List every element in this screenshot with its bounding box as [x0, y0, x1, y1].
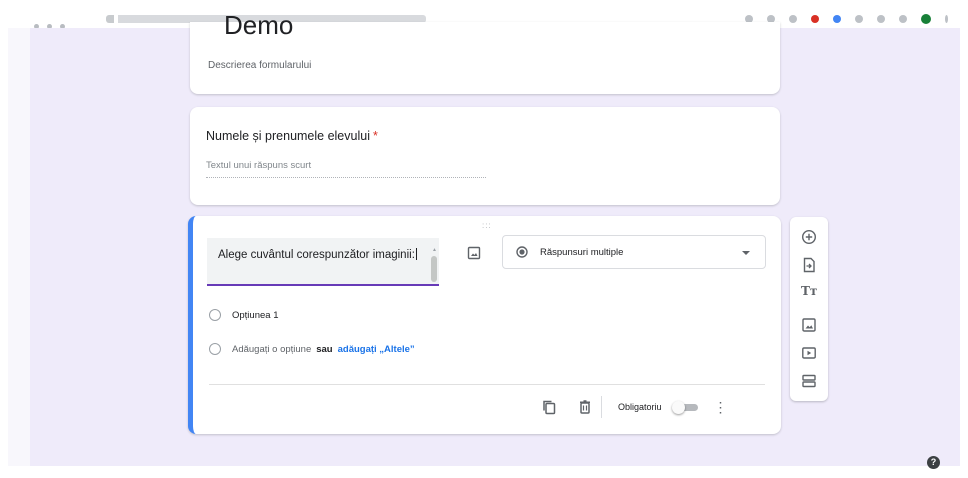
footer-divider: [209, 384, 765, 385]
scrollbar-thumb[interactable]: [431, 256, 437, 282]
radio-button-icon: [516, 246, 528, 258]
question-title-text: Numele și prenumele elevului: [206, 129, 370, 143]
required-label: Obligatoriu: [618, 402, 662, 412]
footer-separator: [601, 396, 602, 418]
browser-nav-buttons[interactable]: [34, 16, 94, 29]
form-title[interactable]: Demo: [224, 10, 293, 41]
duplicate-icon[interactable]: [541, 399, 557, 415]
left-gutter: [8, 28, 30, 466]
add-option-link[interactable]: Adăugați o opțiune: [232, 344, 311, 355]
option-row[interactable]: Opțiunea 1: [209, 309, 278, 321]
question-footer: Obligatoriu ⋮: [541, 396, 751, 418]
add-option-row: Adăugați o opțiune sau adăugați „Altele”: [209, 343, 415, 355]
question-type-dropdown[interactable]: Răspunsuri multiple: [502, 235, 766, 269]
import-questions-icon[interactable]: [801, 257, 817, 273]
floating-toolbar: Tт: [790, 217, 828, 401]
add-question-icon[interactable]: [801, 229, 817, 245]
more-options-icon[interactable]: ⋮: [714, 400, 728, 414]
form-title-card[interactable]: Demo Descrierea formularului: [190, 10, 780, 94]
delete-icon[interactable]: [577, 399, 593, 415]
add-title-icon[interactable]: Tт: [801, 284, 817, 298]
screenshot-frame: Demo Descrierea formularului Numele și p…: [0, 0, 968, 478]
option-label[interactable]: Opțiunea 1: [232, 310, 278, 321]
radio-circle-icon: [209, 343, 221, 355]
text-cursor: [415, 248, 417, 260]
question-type-label: Răspunsuri multiple: [540, 247, 624, 258]
question-title: Numele și prenumele elevului *: [206, 129, 378, 143]
short-answer-placeholder: Textul unui răspuns scurt: [206, 160, 486, 178]
required-toggle[interactable]: [671, 401, 700, 414]
radio-circle-icon: [209, 309, 221, 321]
question-text-value: Alege cuvântul corespunzător imaginii:: [218, 249, 415, 261]
question-card-active[interactable]: ::: Alege cuvântul corespunzător imagini…: [188, 216, 781, 434]
add-image-icon[interactable]: [467, 246, 481, 260]
add-image-icon[interactable]: [801, 317, 817, 333]
required-asterisk: *: [372, 129, 378, 143]
add-video-icon[interactable]: [801, 345, 817, 361]
form-description[interactable]: Descrierea formularului: [208, 60, 311, 71]
toggle-knob: [671, 401, 685, 414]
add-other-link[interactable]: adăugați „Altele”: [338, 344, 415, 355]
question-card-name[interactable]: Numele și prenumele elevului * Textul unu…: [190, 107, 780, 205]
or-label: sau: [316, 343, 333, 355]
help-icon[interactable]: ?: [927, 456, 940, 469]
add-section-icon[interactable]: [801, 373, 817, 389]
drag-handle-icon[interactable]: :::: [482, 221, 492, 230]
chevron-down-icon: [742, 251, 750, 255]
question-text-field[interactable]: Alege cuvântul corespunzător imaginii: ▲: [207, 238, 439, 286]
